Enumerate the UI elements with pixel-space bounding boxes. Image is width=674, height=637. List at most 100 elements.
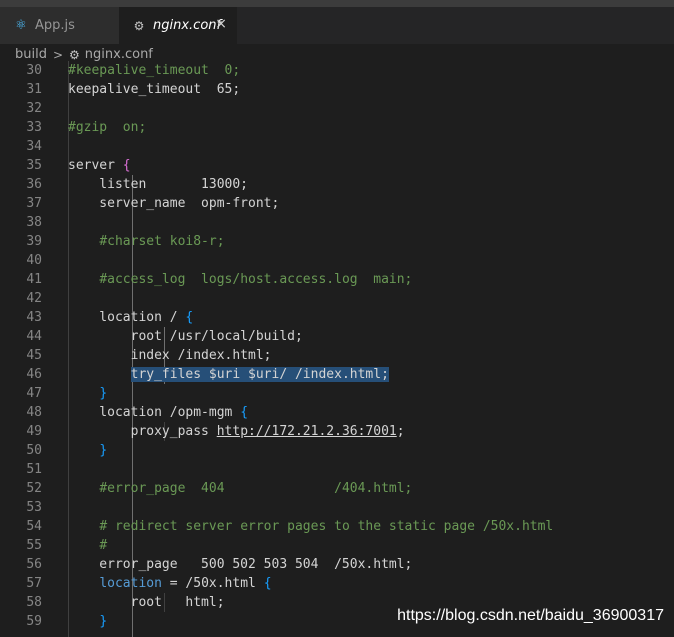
code-token: #gzip on; xyxy=(68,120,147,135)
code-token: error_page 500 502 503 504 /50x.html; xyxy=(68,557,413,572)
code-token: location xyxy=(99,576,162,591)
code-token: index /index.html; xyxy=(68,348,272,363)
code-token: keepalive_timeout 65; xyxy=(68,82,241,97)
code-text: index /index.html; xyxy=(68,346,272,365)
code-text: #access_log logs/host.access.log main; xyxy=(68,270,412,289)
line-number: 34 xyxy=(26,139,42,154)
code-line[interactable]: 57 location = /50x.html { xyxy=(0,574,674,593)
code-text: try_files $uri $uri/ /index.html; xyxy=(68,365,389,384)
code-line[interactable]: 50 } xyxy=(0,441,674,460)
code-token: { xyxy=(263,576,272,591)
code-line[interactable]: 36 listen 13000; xyxy=(0,175,674,194)
tab-label: nginx.conf xyxy=(153,18,222,33)
code-editor[interactable]: 30 #keepalive_timeout 0; 31 keepalive_timeo… xyxy=(0,61,674,637)
code-line[interactable]: 41 #access_log logs/host.access.log main… xyxy=(0,270,674,289)
line-number: 51 xyxy=(26,462,42,477)
code-line[interactable]: 40 xyxy=(0,251,674,270)
code-token: #charset koi8-r; xyxy=(99,234,225,249)
line-number: 53 xyxy=(26,500,42,515)
line-number: 32 xyxy=(26,101,42,116)
code-token: { xyxy=(122,158,131,173)
code-text: location / { xyxy=(68,308,193,327)
breadcrumb-file[interactable]: nginx.conf xyxy=(85,47,153,62)
code-line[interactable]: 47 } xyxy=(0,384,674,403)
code-line[interactable]: 37 server_name opm-front; xyxy=(0,194,674,213)
code-line[interactable]: 34 xyxy=(0,137,674,156)
tab-bar: ⚛ App.js ⚙ nginx.conf × xyxy=(0,7,674,44)
selected-text: try_files $uri $uri/ /index.html; xyxy=(130,367,389,382)
code-token: } xyxy=(99,614,108,629)
line-number: 54 xyxy=(26,519,42,534)
code-text: error_page 500 502 503 504 /50x.html; xyxy=(68,555,412,574)
code-line[interactable]: 39 #charset koi8-r; xyxy=(0,232,674,251)
watermark: https://blog.csdn.net/baidu_36900317 xyxy=(397,607,664,624)
line-number: 40 xyxy=(26,253,42,268)
code-line[interactable]: 49 proxy_pass http://172.21.2.36:7001; xyxy=(0,422,674,441)
tab-app-js[interactable]: ⚛ App.js xyxy=(0,7,119,44)
line-number: 35 xyxy=(26,158,42,173)
code-text: root html; xyxy=(68,593,225,612)
code-line[interactable]: 55 # xyxy=(0,536,674,555)
code-token: root /usr/local/build; xyxy=(68,329,303,344)
line-number: 48 xyxy=(26,405,42,420)
code-line[interactable]: 42 xyxy=(0,289,674,308)
code-line[interactable]: 33 #gzip on; xyxy=(0,118,674,137)
code-line[interactable]: 45 index /index.html; xyxy=(0,346,674,365)
code-line[interactable]: 43 location / { xyxy=(0,308,674,327)
close-icon[interactable]: × xyxy=(215,16,227,32)
line-number: 41 xyxy=(26,272,42,287)
code-line[interactable]: 35 server { xyxy=(0,156,674,175)
code-line[interactable]: 52 #error_page 404 /404.html; xyxy=(0,479,674,498)
code-line[interactable]: 30 #keepalive_timeout 0; xyxy=(0,61,674,80)
tab-nginx-conf[interactable]: ⚙ nginx.conf × xyxy=(119,7,237,44)
code-line[interactable]: 38 xyxy=(0,213,674,232)
code-token: } xyxy=(99,443,108,458)
code-token: http://172.21.2.36:7001 xyxy=(216,424,397,439)
line-number: 42 xyxy=(26,291,42,306)
code-text: location /opm-mgm { xyxy=(68,403,248,422)
code-line[interactable]: 51 xyxy=(0,460,674,479)
code-text: #keepalive_timeout 0; xyxy=(68,61,240,80)
code-text: server { xyxy=(68,156,131,175)
code-line[interactable]: 46 try_files $uri $uri/ /index.html; xyxy=(0,365,674,384)
code-line[interactable]: 32 xyxy=(0,99,674,118)
code-token: #error_page 404 /404.html; xyxy=(99,481,413,496)
code-text: keepalive_timeout 65; xyxy=(68,80,240,99)
line-number: 50 xyxy=(26,443,42,458)
line-number: 38 xyxy=(26,215,42,230)
code-token: # redirect server error pages to the sta… xyxy=(99,519,554,534)
line-number: 59 xyxy=(26,614,42,629)
code-text: listen 13000; xyxy=(68,175,248,194)
code-line[interactable]: 54 # redirect server error pages to the … xyxy=(0,517,674,536)
code-text: } xyxy=(68,384,107,403)
code-line[interactable]: 53 xyxy=(0,498,674,517)
line-number: 39 xyxy=(26,234,42,249)
code-line[interactable]: 31 keepalive_timeout 65; xyxy=(0,80,674,99)
code-line[interactable]: 56 error_page 500 502 503 504 /50x.html; xyxy=(0,555,674,574)
code-text: #charset koi8-r; xyxy=(68,232,225,251)
react-icon: ⚛ xyxy=(15,18,27,33)
code-token: location / xyxy=(68,310,186,325)
gear-icon: ⚙ xyxy=(133,18,145,33)
breadcrumb-folder[interactable]: build xyxy=(15,47,47,62)
line-number: 57 xyxy=(26,576,42,591)
line-number: 30 xyxy=(26,63,42,78)
code-text: # redirect server error pages to the sta… xyxy=(68,517,553,536)
line-number: 36 xyxy=(26,177,42,192)
code-line[interactable]: 44 root /usr/local/build; xyxy=(0,327,674,346)
code-text: #error_page 404 /404.html; xyxy=(68,479,412,498)
code-token: ; xyxy=(396,424,405,439)
code-text: } xyxy=(68,441,107,460)
code-line[interactable]: 48 location /opm-mgm { xyxy=(0,403,674,422)
code-token: { xyxy=(240,405,249,420)
code-token: } xyxy=(99,386,108,401)
